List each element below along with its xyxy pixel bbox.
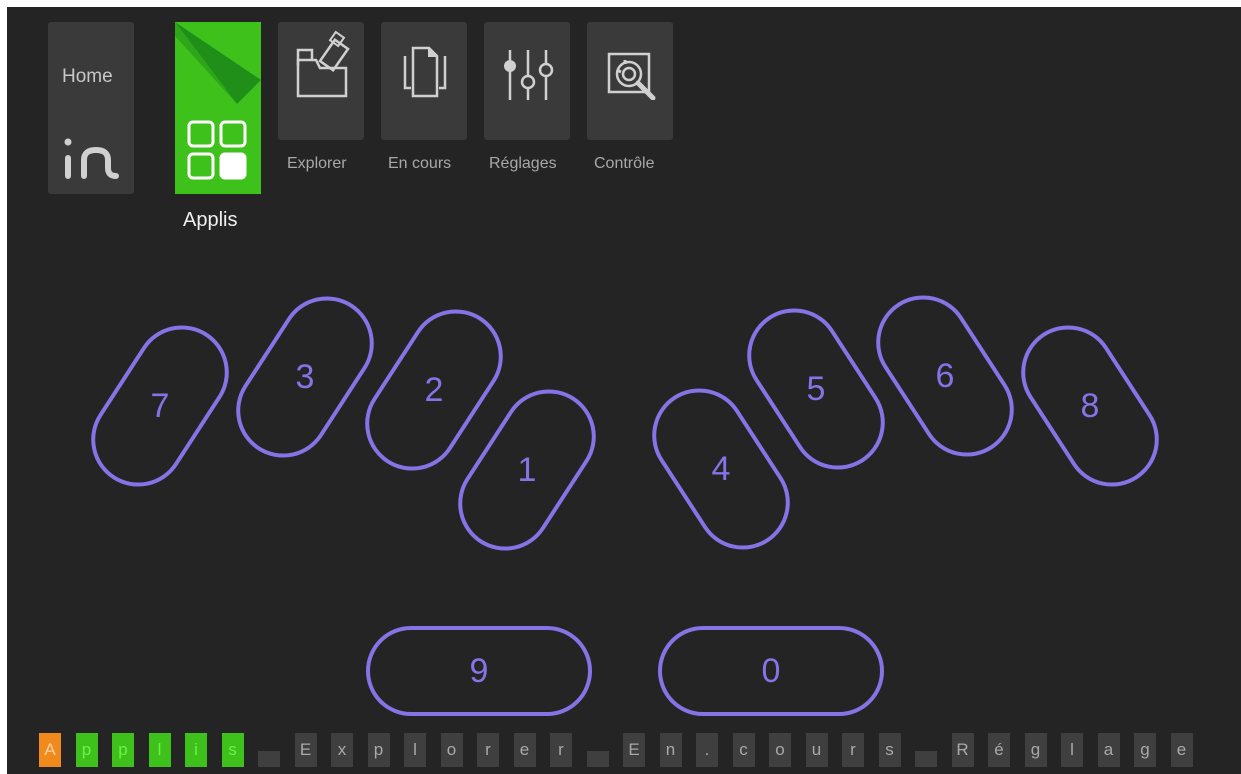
braille-cell[interactable]: l xyxy=(148,733,171,767)
braille-cell[interactable]: e xyxy=(513,733,536,767)
braille-cell[interactable]: p xyxy=(112,733,134,767)
key-8[interactable]: 8 xyxy=(1006,310,1174,502)
braille-cell[interactable]: g xyxy=(1134,733,1156,767)
braille-cell[interactable]: g xyxy=(1024,733,1047,767)
braille-cell[interactable]: s xyxy=(221,733,244,767)
braille-keyboard: 7 3 2 1 4 5 6 8 9 0 xyxy=(76,280,1174,716)
key-7[interactable]: 7 xyxy=(76,310,244,502)
braille-cell[interactable]: r xyxy=(477,733,499,767)
key-9[interactable]: 9 xyxy=(366,626,592,716)
braille-cell-space[interactable] xyxy=(258,751,280,767)
braille-cell[interactable]: c xyxy=(732,733,755,767)
key-4[interactable]: 4 xyxy=(637,373,805,565)
braille-cell[interactable]: A xyxy=(39,733,61,767)
key-0[interactable]: 0 xyxy=(658,626,884,716)
braille-cell-space[interactable] xyxy=(586,751,609,767)
key-2[interactable]: 2 xyxy=(350,294,518,486)
key-1[interactable]: 1 xyxy=(443,374,611,566)
braille-cell[interactable]: E xyxy=(623,733,645,767)
svg-text:5: 5 xyxy=(807,370,826,408)
braille-display-screen: Home Applis Explorer En cours Réglages C… xyxy=(7,7,1241,774)
braille-cell[interactable]: p xyxy=(367,733,390,767)
braille-cell[interactable]: s xyxy=(878,733,901,767)
svg-text:7: 7 xyxy=(151,387,170,425)
svg-text:4: 4 xyxy=(712,450,731,488)
svg-text:1: 1 xyxy=(518,451,537,489)
braille-cell[interactable]: r xyxy=(550,733,572,767)
braille-cell[interactable]: p xyxy=(75,733,98,767)
braille-cell[interactable]: R xyxy=(951,733,974,767)
braille-cell[interactable]: é xyxy=(988,733,1010,767)
braille-cell-space[interactable] xyxy=(915,751,937,767)
braille-cell[interactable]: n xyxy=(659,733,682,767)
braille-cell[interactable]: a xyxy=(1097,733,1120,767)
braille-cell[interactable]: l xyxy=(404,733,426,767)
svg-text:6: 6 xyxy=(936,357,955,395)
braille-cell[interactable]: E xyxy=(294,733,317,767)
key-5[interactable]: 5 xyxy=(732,293,900,485)
braille-cell[interactable]: i xyxy=(185,733,207,767)
braille-cell[interactable]: o xyxy=(769,733,791,767)
key-3[interactable]: 3 xyxy=(221,281,389,473)
braille-cell[interactable]: l xyxy=(1061,733,1083,767)
svg-text:0: 0 xyxy=(762,652,781,690)
braille-cell[interactable]: u xyxy=(805,733,828,767)
braille-cell[interactable]: . xyxy=(696,733,718,767)
key-6[interactable]: 6 xyxy=(861,280,1029,472)
braille-cell[interactable]: x xyxy=(331,733,353,767)
svg-text:2: 2 xyxy=(425,371,444,409)
svg-text:8: 8 xyxy=(1081,387,1100,425)
braille-cell[interactable]: e xyxy=(1170,733,1193,767)
svg-text:3: 3 xyxy=(296,358,315,396)
braille-cell[interactable]: r xyxy=(842,733,864,767)
svg-text:9: 9 xyxy=(470,652,489,690)
braille-cell[interactable]: o xyxy=(440,733,463,767)
